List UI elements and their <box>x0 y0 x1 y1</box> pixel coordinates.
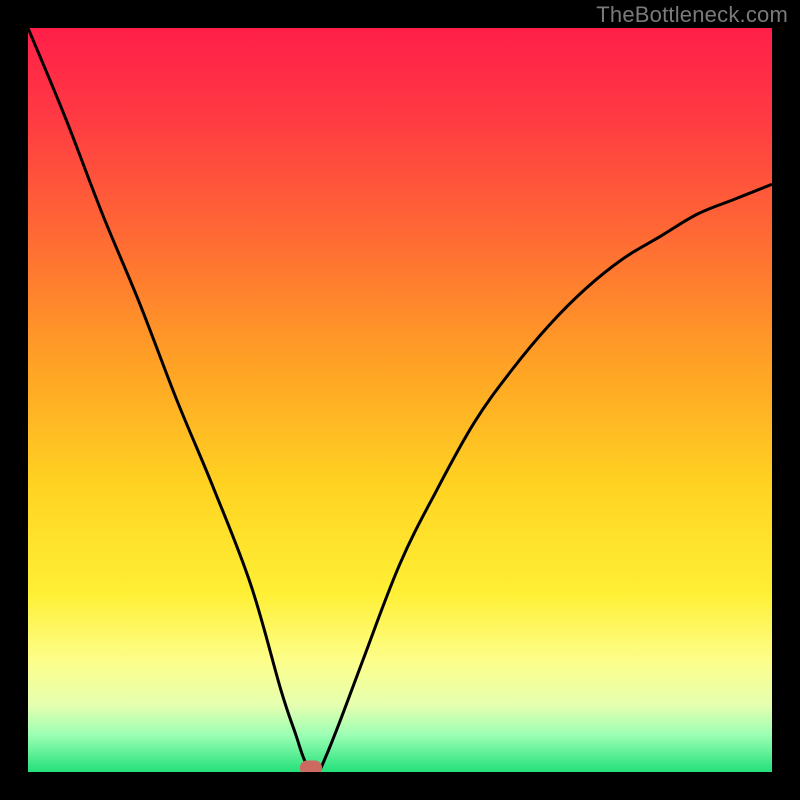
chart-svg <box>28 28 772 772</box>
watermark-text: TheBottleneck.com <box>596 2 788 28</box>
plot-area <box>28 28 772 772</box>
chart-frame: TheBottleneck.com <box>0 0 800 800</box>
optimum-marker <box>300 761 322 773</box>
gradient-background <box>28 28 772 772</box>
